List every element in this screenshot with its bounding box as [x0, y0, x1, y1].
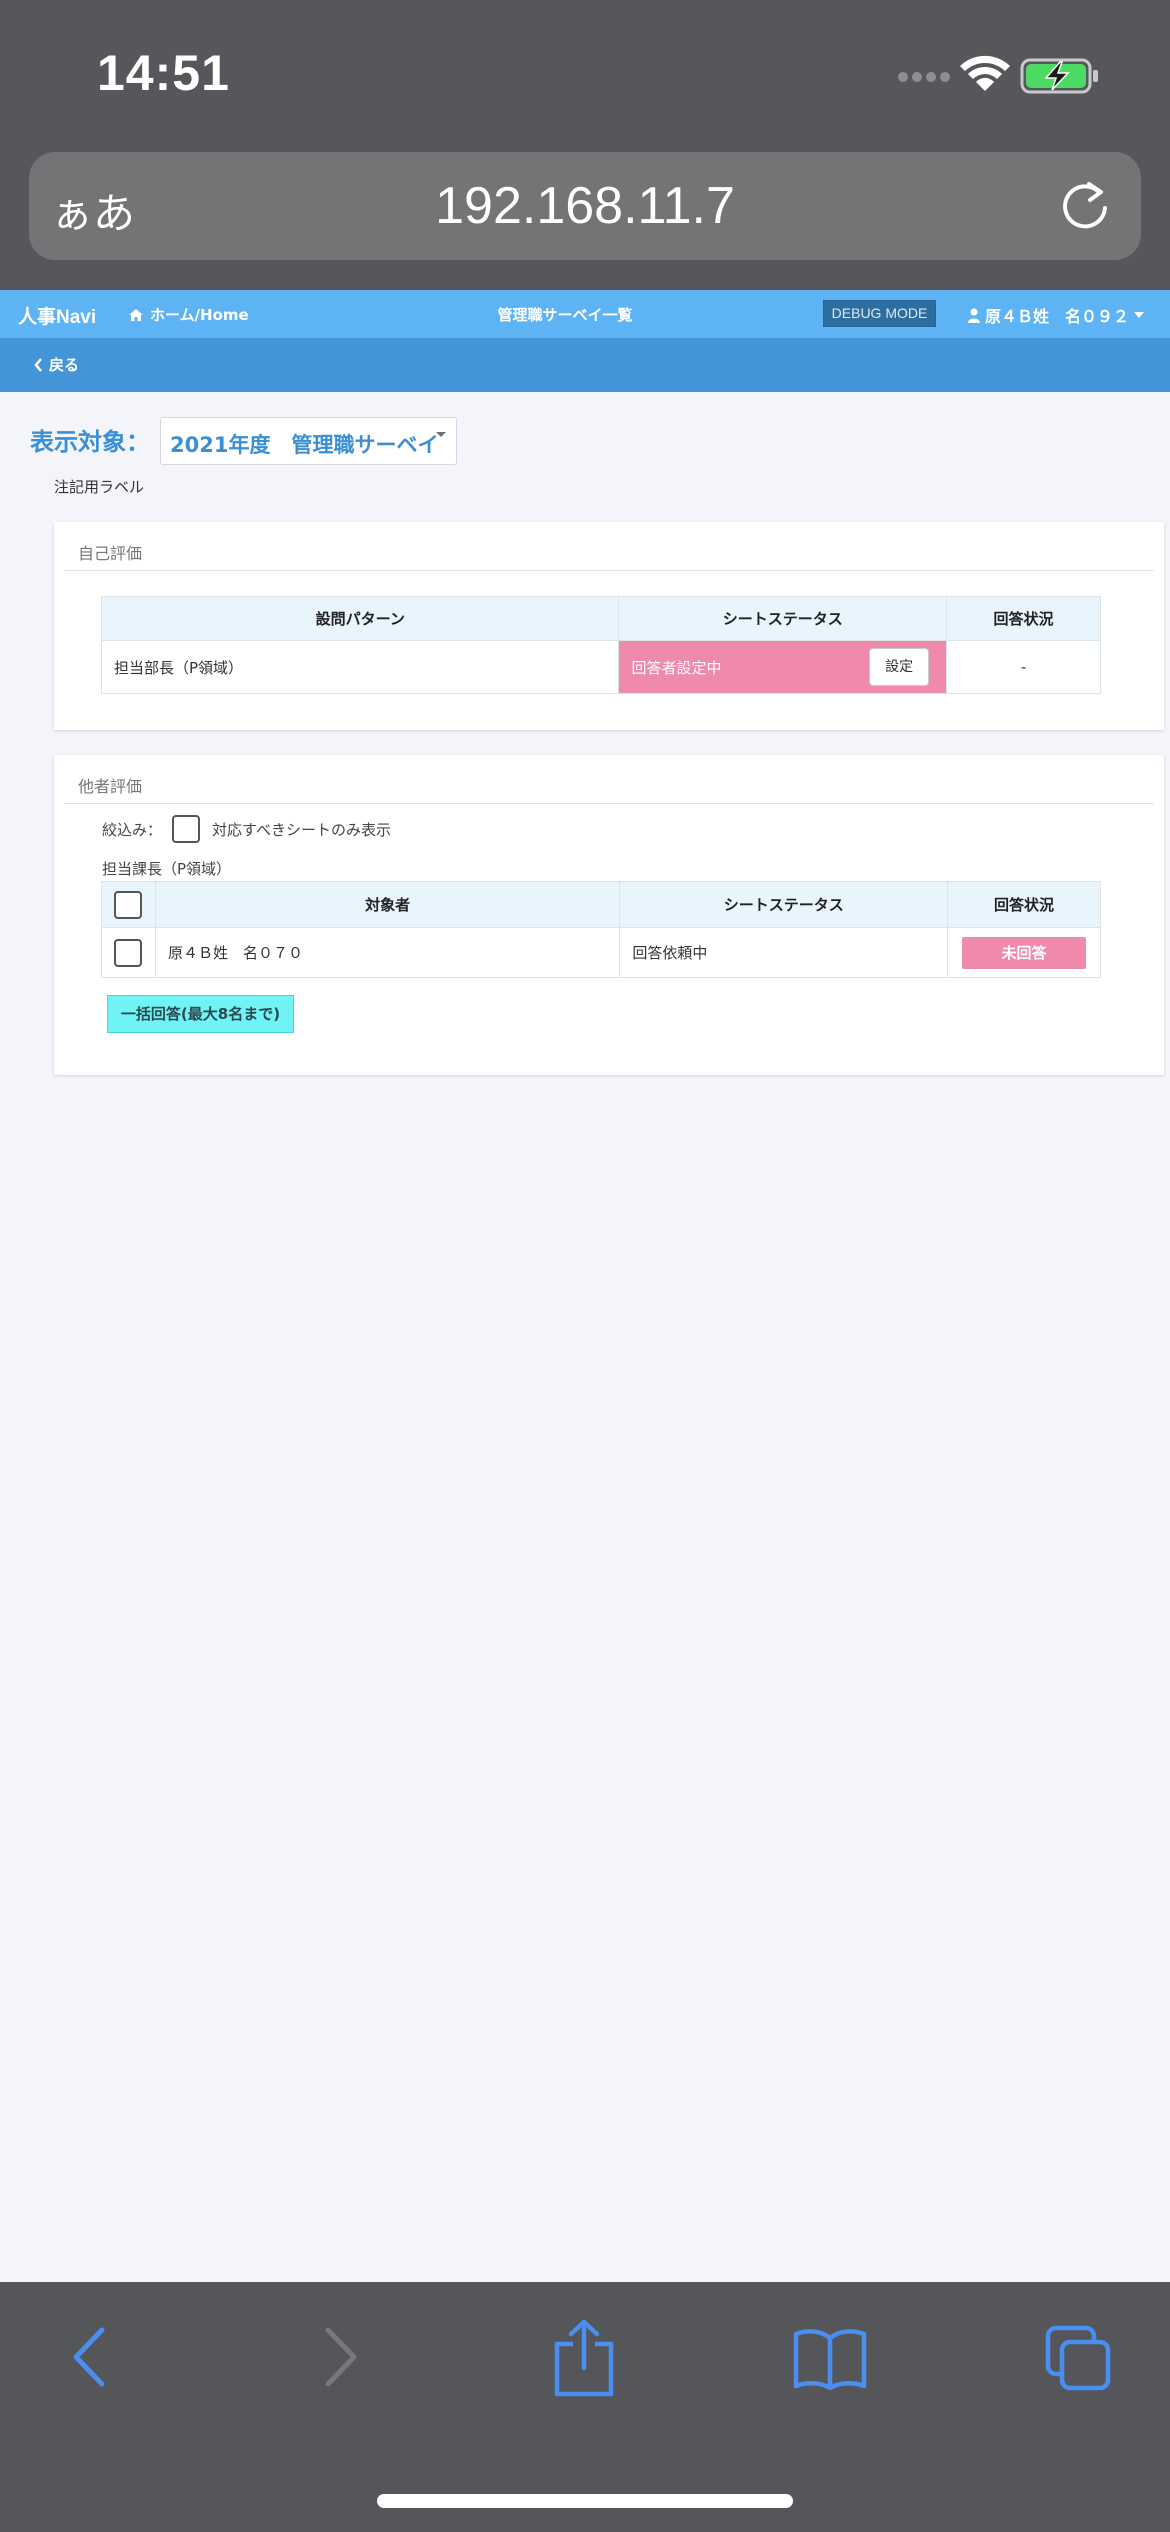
sheet-status-cell: 回答依頼中 [619, 927, 949, 978]
self-evaluation-card: 自己評価 設問パターン シートステータス 回答状況 担当部長（P領域） 回答者設… [54, 522, 1164, 730]
status-icons [898, 55, 1098, 94]
self-evaluation-title: 自己評価 [78, 544, 143, 563]
status-time: 14:51 [97, 45, 230, 101]
safari-address-bar[interactable]: ぁあ 192.168.11.7 [29, 152, 1141, 260]
share-icon[interactable] [551, 2318, 617, 2398]
note-label: 注記用ラベル [54, 478, 145, 496]
survey-select[interactable]: 2021年度 管理職サーベイ [160, 417, 457, 465]
target-person-cell: 原４Ｂ姓 名０７０ [154, 927, 621, 978]
column-header: シートステータス [619, 881, 949, 928]
pattern-cell: 担当部長（P領域） [100, 640, 620, 694]
column-header: 回答状況 [947, 881, 1101, 928]
user-name: 原４Ｂ姓 名０９２ [985, 307, 1130, 326]
column-header: 設問パターン [100, 596, 620, 641]
wifi-icon [960, 55, 1010, 91]
chevron-left-icon [34, 357, 42, 372]
chevron-down-icon [1134, 312, 1145, 318]
table-header-row: 設問パターン シートステータス 回答状況 [100, 596, 1101, 641]
user-icon [968, 308, 980, 323]
other-evaluation-title: 他者評価 [78, 777, 143, 796]
row-select-cell [101, 927, 156, 978]
group-label: 担当課長（P領域） [102, 860, 232, 878]
caret-down-icon [436, 432, 446, 437]
sheet-status-cell: 回答者設定中 設定 [618, 640, 948, 694]
battery-charging-icon [1020, 58, 1098, 94]
bookmarks-icon[interactable] [792, 2326, 868, 2392]
unanswered-badge[interactable]: 未回答 [962, 936, 1086, 969]
settings-button[interactable]: 設定 [869, 648, 930, 686]
filter-row: 絞込み： 対応すべきシートのみ表示 [102, 815, 391, 843]
target-label: 表示対象： [30, 428, 150, 456]
answer-status-cell: 未回答 [947, 927, 1101, 978]
filter-label: 絞込み： [102, 820, 163, 839]
table-row: 原４Ｂ姓 名０７０ 回答依頼中 未回答 [101, 927, 1101, 978]
column-header: シートステータス [618, 596, 948, 641]
table-header-row: 対象者 シートステータス 回答状況 [101, 881, 1101, 928]
debug-mode-badge: DEBUG MODE [823, 300, 936, 327]
back-label: 戻る [49, 356, 80, 374]
bulk-answer-button[interactable]: 一括回答(最大8名まで) [107, 995, 294, 1033]
other-evaluation-card: 他者評価 絞込み： 対応すべきシートのみ表示 担当課長（P領域） 対象者 シート… [54, 755, 1164, 1075]
divider [64, 570, 1154, 571]
other-evaluation-table: 対象者 シートステータス 回答状況 原４Ｂ姓 名０７０ 回答依頼中 未回答 [101, 881, 1101, 978]
row-checkbox[interactable] [114, 938, 143, 967]
select-all-header [101, 881, 156, 928]
web-page: 人事Navi ホーム/Home 管理職サーベイ一覧 DEBUG MODE 原４Ｂ… [0, 290, 1170, 2282]
table-row: 担当部長（P領域） 回答者設定中 設定 - [100, 640, 1101, 694]
answer-status-cell: - [946, 640, 1101, 694]
ios-status-bar: 14:51 [0, 0, 1170, 150]
survey-select-value: 2021年度 管理職サーベイ [170, 433, 439, 457]
forward-arrow-icon[interactable] [316, 2322, 366, 2392]
reload-icon[interactable] [1059, 178, 1115, 234]
divider [64, 803, 1154, 804]
select-all-checkbox[interactable] [114, 890, 143, 919]
sheet-status-text: 回答者設定中 [631, 658, 722, 677]
back-link[interactable]: 戻る [34, 354, 79, 375]
user-menu[interactable]: 原４Ｂ姓 名０９２ [968, 303, 1145, 327]
home-indicator [377, 2494, 793, 2508]
top-navbar: 人事Navi ホーム/Home 管理職サーベイ一覧 DEBUG MODE 原４Ｂ… [0, 290, 1170, 338]
tabs-icon[interactable] [1044, 2324, 1114, 2394]
cellular-signal-icon [898, 72, 950, 82]
column-header: 対象者 [154, 881, 621, 928]
sub-navbar: 戻る [0, 338, 1170, 392]
filter-checkbox[interactable] [172, 815, 201, 843]
self-evaluation-table: 設問パターン シートステータス 回答状況 担当部長（P領域） 回答者設定中 設定… [100, 596, 1101, 694]
column-header: 回答状況 [946, 596, 1101, 641]
page-title: 管理職サーベイ一覧 [497, 306, 633, 324]
filter-option-label[interactable]: 対応すべきシートのみ表示 [212, 819, 391, 840]
back-arrow-icon[interactable] [64, 2322, 114, 2392]
url-field[interactable]: 192.168.11.7 [29, 176, 1141, 236]
